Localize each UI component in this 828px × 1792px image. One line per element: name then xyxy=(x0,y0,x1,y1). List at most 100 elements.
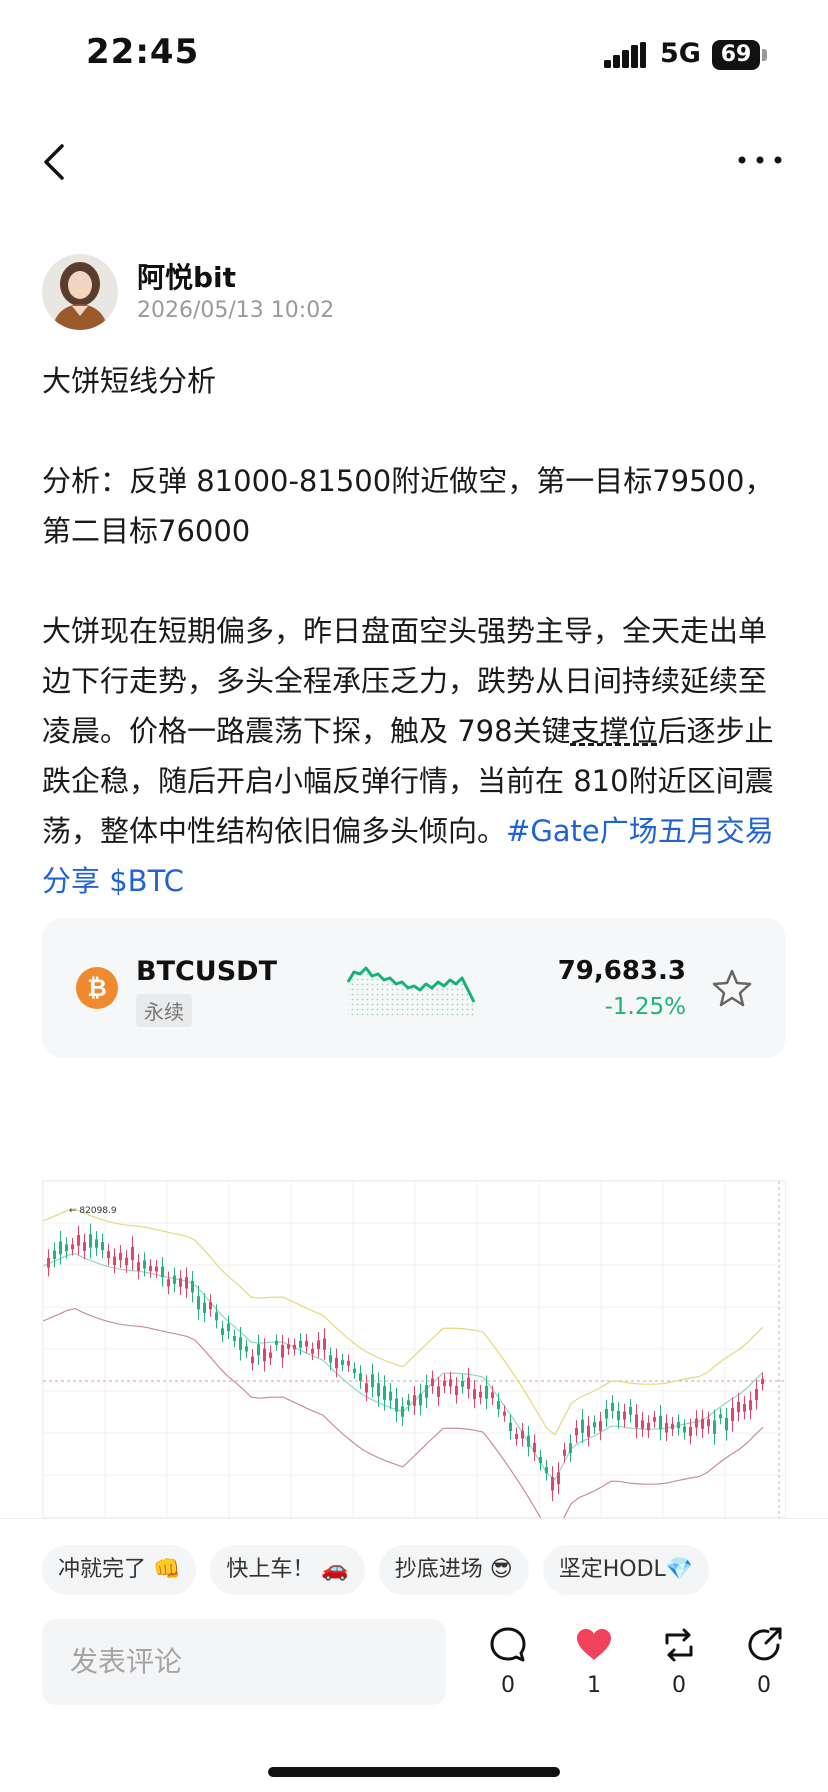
candle-mark xyxy=(113,1256,116,1266)
candle-mark xyxy=(695,1418,698,1428)
candle-mark xyxy=(623,1411,626,1420)
candle-mark xyxy=(353,1368,356,1373)
comment-input[interactable]: 发表评论 xyxy=(42,1619,446,1705)
candle-mark xyxy=(605,1408,608,1419)
candle-mark xyxy=(47,1257,50,1268)
heart-icon xyxy=(577,1629,611,1660)
network-type: 5G xyxy=(660,38,701,69)
candle-mark xyxy=(119,1252,122,1261)
candle-mark xyxy=(89,1234,92,1248)
candle-mark xyxy=(107,1251,110,1259)
candle-mark xyxy=(443,1380,446,1387)
battery-tip xyxy=(762,49,767,61)
candle-mark xyxy=(503,1411,506,1416)
candle-mark xyxy=(77,1234,80,1246)
quick-reply-chip[interactable]: 坚定HODL💎 xyxy=(542,1545,710,1595)
quick-reply-chip[interactable]: 快上车！ 🚗 xyxy=(210,1545,365,1595)
candle-mark xyxy=(149,1265,152,1272)
more-dots-icon[interactable] xyxy=(736,150,784,170)
candle-mark xyxy=(461,1381,464,1387)
chart-high-label: ← 82098.9 xyxy=(69,1206,117,1216)
candle-mark xyxy=(593,1422,596,1428)
comment-action[interactable]: 0 xyxy=(478,1625,538,1698)
candle-mark xyxy=(371,1374,374,1388)
quick-reply-chip[interactable]: 冲就完了 👊 xyxy=(42,1545,197,1595)
kline-chart-image[interactable]: ← 82098.9 xyxy=(42,1180,786,1520)
candle-mark xyxy=(59,1241,62,1255)
candle-mark xyxy=(227,1323,230,1332)
candle-mark xyxy=(545,1467,548,1474)
candle-mark xyxy=(401,1406,404,1417)
candle-mark xyxy=(185,1277,188,1289)
candle-mark xyxy=(491,1392,494,1399)
candle-mark xyxy=(599,1421,602,1432)
comment-bubble-icon xyxy=(490,1627,526,1662)
share-count: 0 xyxy=(757,1673,771,1698)
post-body: 大饼短线分析 分析：反弹 81000-81500附近做空，第一目标79500，第… xyxy=(42,356,787,906)
repost-count: 0 xyxy=(672,1673,686,1698)
like-action[interactable]: 1 xyxy=(564,1625,624,1698)
candle-mark xyxy=(515,1434,518,1440)
ticker-card[interactable]: ₿ BTCUSDT 永续 79,683.3 -1.25% xyxy=(42,918,786,1058)
candle-mark xyxy=(263,1348,266,1362)
candle-mark xyxy=(101,1242,104,1251)
cashtag-link[interactable]: $BTC xyxy=(109,864,184,898)
candle-mark xyxy=(683,1426,686,1433)
status-time: 22:45 xyxy=(86,32,200,72)
candle-mark xyxy=(437,1386,440,1397)
candle-mark xyxy=(551,1477,554,1491)
candle-mark xyxy=(563,1449,566,1456)
candle-mark xyxy=(581,1419,584,1433)
candle-mark xyxy=(83,1242,86,1251)
candle-mark xyxy=(209,1302,212,1310)
candle-mark xyxy=(287,1344,290,1349)
candle-mark xyxy=(233,1336,236,1341)
candle-mark xyxy=(473,1389,476,1400)
candle-mark xyxy=(671,1423,674,1430)
candle-mark xyxy=(509,1422,512,1432)
candle-mark xyxy=(497,1400,500,1410)
candle-mark xyxy=(533,1443,536,1453)
support-level-term[interactable]: 支撑位 xyxy=(571,714,658,748)
avatar[interactable] xyxy=(42,254,118,330)
candle-mark xyxy=(713,1420,716,1434)
candle-mark xyxy=(455,1385,458,1396)
candle-mark xyxy=(569,1443,572,1454)
candle-mark xyxy=(383,1386,386,1400)
candle-mark xyxy=(305,1340,308,1347)
candle-mark xyxy=(293,1344,296,1350)
candle-mark xyxy=(575,1427,578,1436)
candle-mark xyxy=(737,1402,740,1413)
candle-mark xyxy=(173,1275,176,1284)
repost-action[interactable]: 0 xyxy=(649,1625,709,1698)
candle-mark xyxy=(317,1340,320,1350)
candle-mark xyxy=(377,1383,380,1397)
candle-mark xyxy=(467,1377,470,1389)
perpetual-tag: 永续 xyxy=(136,994,192,1027)
back-chevron-icon[interactable] xyxy=(38,142,74,182)
candle-mark xyxy=(647,1422,650,1431)
candle-mark xyxy=(197,1296,200,1310)
candle-mark xyxy=(521,1430,524,1439)
author-name[interactable]: 阿悦bit xyxy=(137,256,236,296)
comment-count: 0 xyxy=(501,1673,515,1698)
candle-mark xyxy=(125,1257,128,1266)
candle-mark xyxy=(143,1260,146,1269)
post-paragraph: 大饼现在短期偏多，昨日盘面空头强势主导，全天走出单边下行走势，多头全程承压乏力，… xyxy=(42,606,787,906)
candle-mark xyxy=(71,1244,74,1250)
battery-icon: 69 xyxy=(712,40,760,70)
candle-mark xyxy=(131,1246,134,1261)
star-favorite-icon[interactable] xyxy=(712,968,752,1008)
share-action[interactable]: 0 xyxy=(734,1625,794,1698)
ticker-symbol: BTCUSDT xyxy=(136,956,278,987)
candle-mark xyxy=(179,1278,182,1287)
candle-mark xyxy=(323,1338,326,1350)
candle-mark xyxy=(389,1391,392,1401)
candle-mark xyxy=(95,1239,98,1248)
quick-reply-chip[interactable]: 抄底进场 😎 xyxy=(378,1545,529,1595)
candle-mark xyxy=(587,1425,590,1437)
candle-mark xyxy=(191,1280,194,1293)
post-timestamp: 2026/05/13 10:02 xyxy=(137,298,335,323)
top-nav xyxy=(0,130,828,190)
share-icon xyxy=(748,1627,782,1661)
